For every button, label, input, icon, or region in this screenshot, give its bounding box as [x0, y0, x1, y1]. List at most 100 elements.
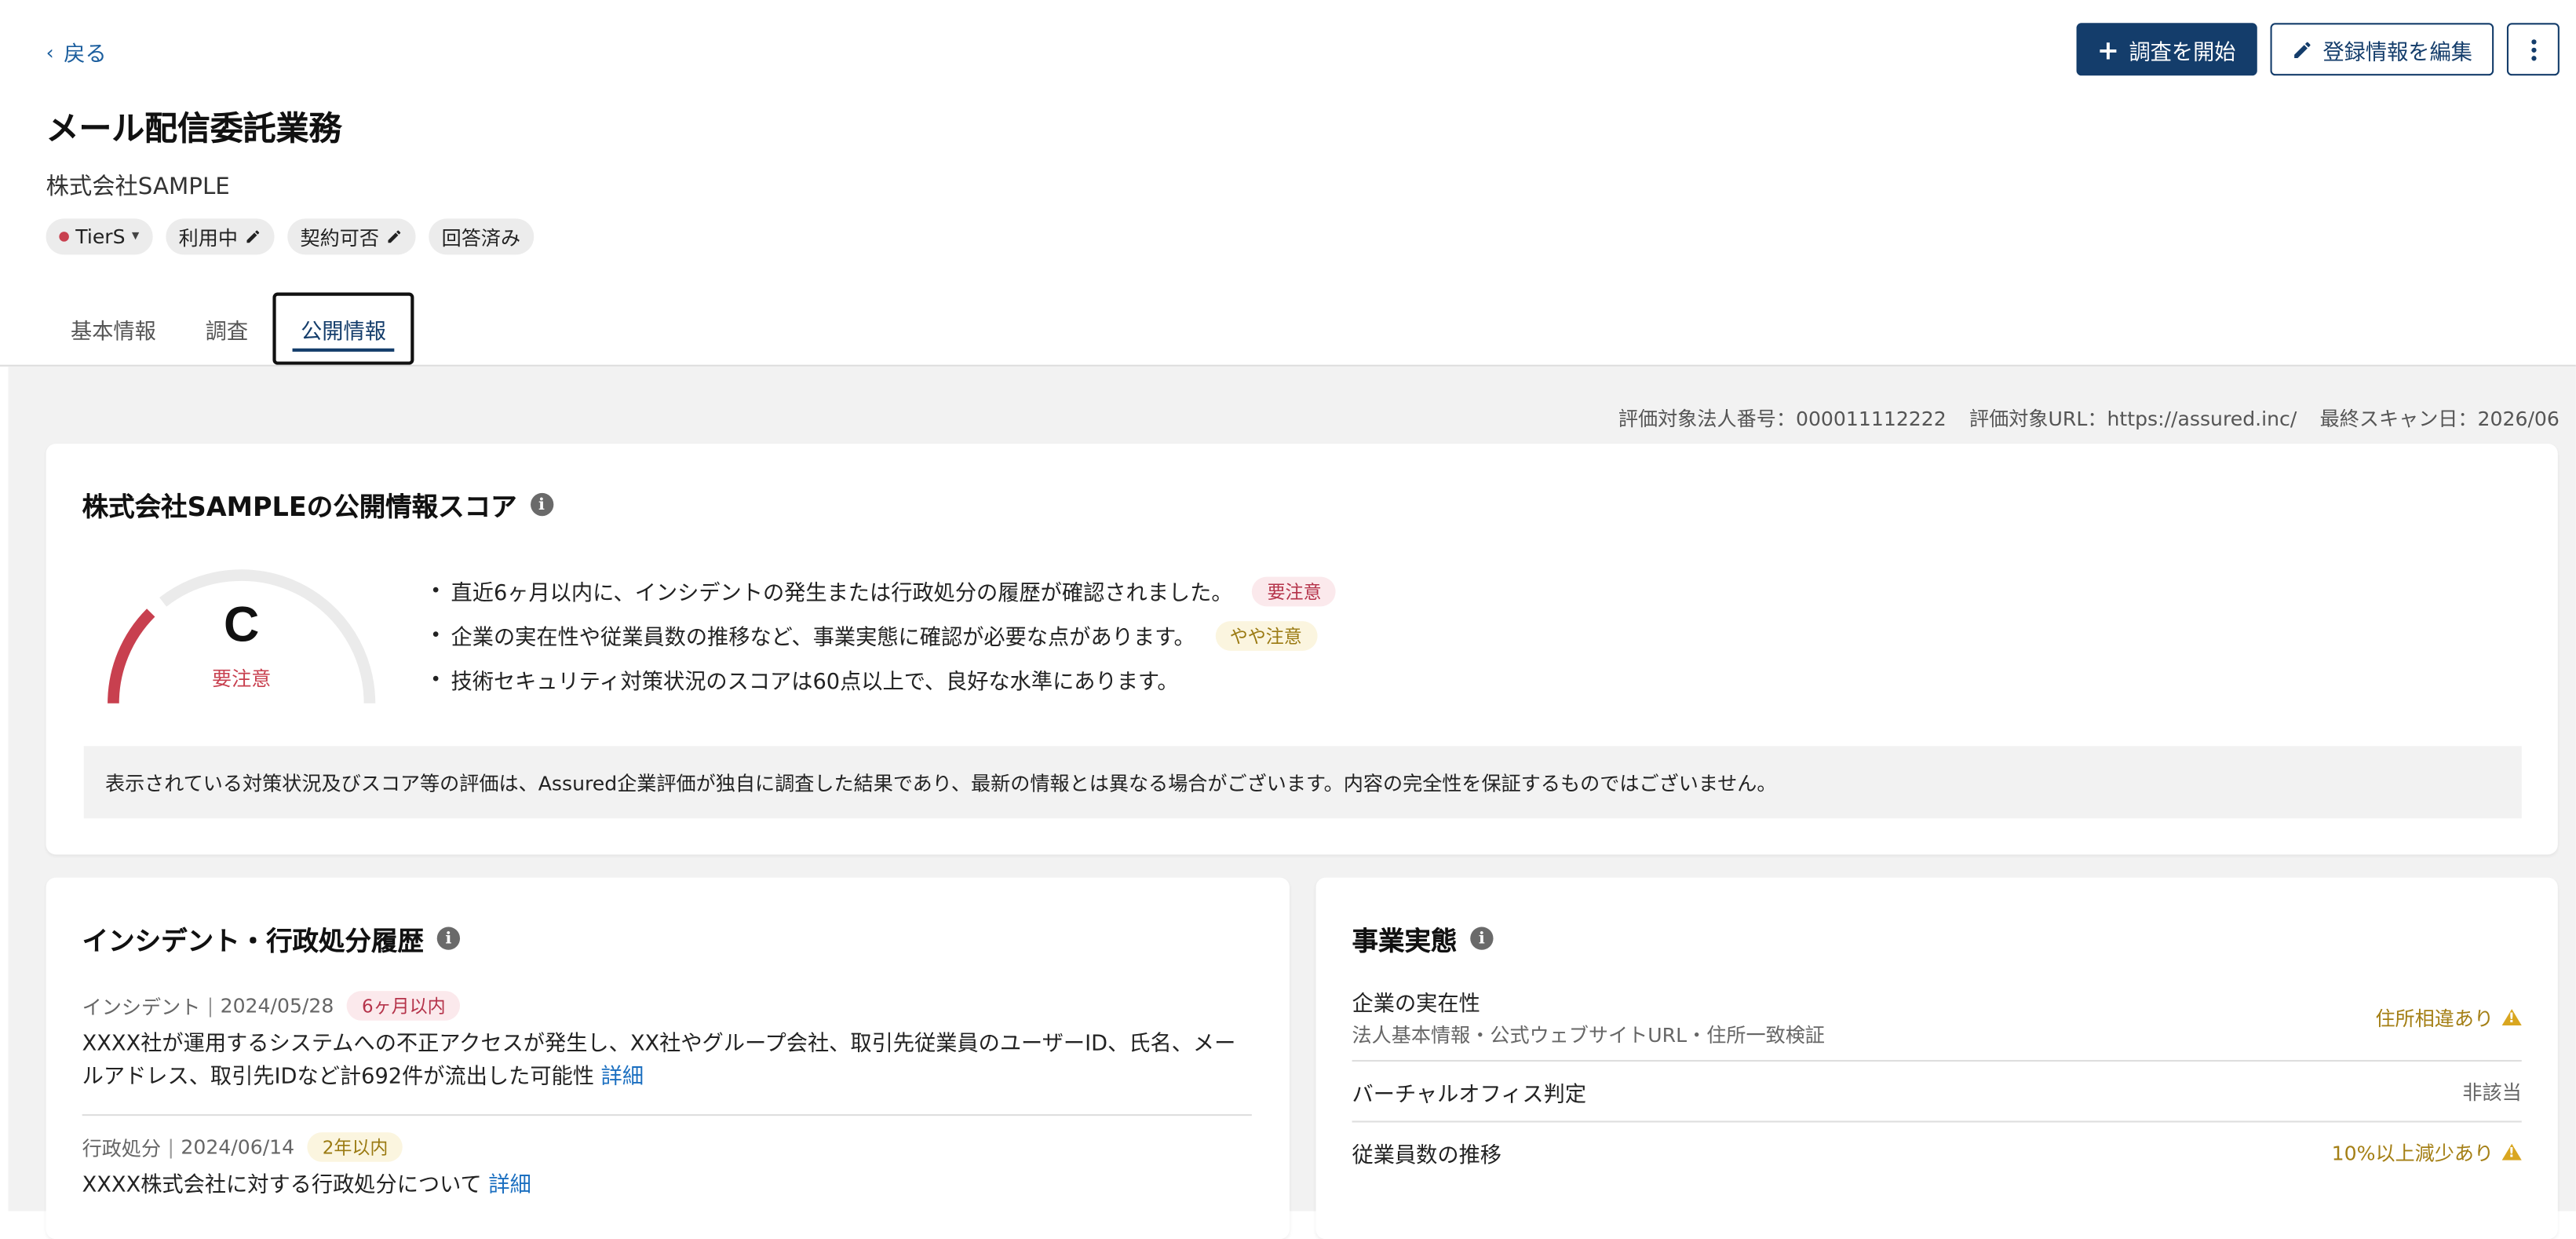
finding-item: • 直近6ヶ月以内に、インシデントの発生または行政処分の履歴が確認されました。 … — [430, 568, 1337, 613]
tab-bar: 基本情報 調査 公開情報 — [46, 292, 414, 365]
business-status: 10%以上減少あり — [2332, 1138, 2522, 1166]
pencil-icon — [246, 230, 259, 243]
separator: | — [167, 1135, 174, 1159]
back-link[interactable]: ‹ 戻る — [46, 36, 107, 68]
tab-public-info[interactable]: 公開情報 — [272, 292, 414, 365]
incident-type: 行政処分 — [82, 1136, 162, 1160]
business-reality-card: 事業実態 i 企業の実在性 法人基本情報・公式ウェブサイトURL・住所一致検証 … — [1315, 877, 2558, 1239]
tab-basic-info[interactable]: 基本情報 — [46, 293, 181, 365]
status-chips: TierS ▾ 利用中 契約可否 回答済み — [46, 218, 534, 255]
bullet-icon: • — [430, 624, 441, 646]
business-divider — [1352, 1120, 2522, 1123]
company-name: 株式会社SAMPLE — [46, 174, 230, 201]
incident-date: 2024/05/28 — [220, 994, 334, 1018]
business-status-text: 住所相違あり — [2375, 1006, 2494, 1030]
public-score-card: 株式会社SAMPLEの公開情報スコア i C 要注意 • 直近6ヶ月以内に、イン… — [46, 444, 2558, 855]
start-survey-button[interactable]: + 調査を開始 — [2075, 23, 2257, 76]
business-status-text: 10%以上減少あり — [2331, 1141, 2494, 1164]
business-card-title: 事業実態 i — [1352, 919, 1494, 958]
business-label: バーチャルオフィス判定 — [1352, 1082, 1587, 1107]
tier-chip[interactable]: TierS ▾ — [46, 218, 153, 255]
separator: | — [206, 994, 214, 1018]
business-divider — [1352, 1059, 2522, 1062]
business-row: バーチャルオフィス判定 非該当 — [1352, 1070, 2522, 1113]
edit-registration-button[interactable]: 登録情報を編集 — [2270, 23, 2494, 76]
last-scan: 最終スキャン日：2026/06 — [2319, 408, 2560, 431]
incident-meta: 行政処分 | 2024/06/14 2年以内 — [82, 1131, 1252, 1164]
finding-text: 直近6ヶ月以内に、インシデントの発生または行政処分の履歴が確認されました。 — [451, 581, 1233, 607]
finding-text: 企業の実在性や従業員数の推移など、事業実態に確認が必要な点があります。 — [451, 626, 1195, 651]
business-row: 企業の実在性 法人基本情報・公式ウェブサイトURL・住所一致検証 住所相違あり — [1352, 986, 2522, 1049]
incident-title: インシデント・行政処分履歴 — [82, 925, 425, 957]
score-title: 株式会社SAMPLEの公開情報スコア — [82, 491, 517, 523]
contract-chip[interactable]: 契約可否 — [286, 218, 416, 255]
business-status: 非該当 — [2462, 1077, 2521, 1106]
target-url: 評価対象URL：https://assured.inc/ — [1969, 408, 2297, 431]
plus-icon: + — [2096, 33, 2119, 65]
header-actions: + 調査を開始 登録情報を編集 — [2075, 23, 2560, 76]
score-card-title: 株式会社SAMPLEの公開情報スコア i — [82, 484, 553, 524]
bullet-icon: • — [430, 668, 441, 691]
incident-description: XXXX社が運用するシステムへの不正アクセスが発生し、XX社やグループ会社、取引… — [82, 1029, 1252, 1095]
finding-text: 技術セキュリティ対策状況のスコアは60点以上で、良好な水準にあります。 — [451, 670, 1179, 696]
business-title: 事業実態 — [1352, 925, 1458, 957]
usage-label: 利用中 — [178, 225, 239, 250]
warning-icon — [2501, 1009, 2522, 1026]
recency-badge: 2年以内 — [307, 1132, 403, 1162]
evaluation-meta: 評価対象法人番号：000011112222 評価対象URL：https://as… — [1618, 404, 2560, 433]
score-grade: C — [223, 598, 260, 652]
answered-chip: 回答済み — [428, 218, 534, 255]
incident-type: インシデント — [82, 995, 201, 1018]
finding-badge: やや注意 — [1214, 620, 1317, 650]
start-survey-label: 調査を開始 — [2129, 40, 2236, 65]
header: ‹ 戻る + 調査を開始 登録情報を編集 メール配信委託業務 株式会社SAMPL… — [0, 0, 2576, 365]
corp-number: 評価対象法人番号：000011112222 — [1618, 408, 1947, 431]
disclaimer: 表示されている対策状況及びスコア等の評価は、Assured企業評価が独自に調査し… — [83, 746, 2522, 819]
warning-icon — [2501, 1143, 2522, 1160]
info-icon[interactable]: i — [530, 492, 553, 517]
page-title: メール配信委託業務 — [46, 108, 342, 148]
incident-text: XXXX社が運用するシステムへの不正アクセスが発生し、XX社やグループ会社、取引… — [82, 1032, 1236, 1090]
tier-label: TierS — [75, 225, 126, 249]
incident-divider — [82, 1114, 1252, 1117]
score-findings: • 直近6ヶ月以内に、インシデントの発生または行政処分の履歴が確認されました。 … — [430, 568, 1337, 702]
bullet-icon: • — [430, 579, 441, 602]
more-vertical-icon — [2530, 38, 2536, 60]
info-icon[interactable]: i — [1470, 927, 1494, 950]
score-gauge: C 要注意 — [102, 559, 381, 707]
tier-dot-icon — [59, 232, 69, 242]
incident-item: インシデント | 2024/05/28 6ヶ月以内 XXXX社が運用するシステム… — [82, 989, 1252, 1095]
incident-description: XXXX株式会社に対する行政処分について 詳細 — [82, 1170, 1252, 1203]
business-status: 住所相違あり — [2375, 1003, 2522, 1032]
answered-label: 回答済み — [441, 225, 521, 250]
incident-card: インシデント・行政処分履歴 i インシデント | 2024/05/28 6ヶ月以… — [46, 877, 1290, 1239]
usage-chip[interactable]: 利用中 — [165, 218, 275, 255]
incident-date: 2024/06/14 — [181, 1135, 295, 1159]
pencil-icon — [2294, 41, 2311, 57]
finding-item: • 企業の実在性や従業員数の推移など、事業実態に確認が必要な点があります。 やや… — [430, 613, 1336, 658]
business-row: 従業員数の推移 10%以上減少あり — [1352, 1131, 2522, 1173]
incident-detail-link[interactable]: 詳細 — [488, 1173, 531, 1197]
pencil-icon — [388, 230, 400, 243]
finding-item: • 技術セキュリティ対策状況のスコアは60点以上で、良好な水準にあります。 — [430, 657, 1336, 702]
business-label: 従業員数の推移 — [1352, 1142, 1502, 1168]
score-grade-label: 要注意 — [211, 667, 272, 691]
business-status-text: 非該当 — [2462, 1080, 2522, 1104]
caret-down-icon: ▾ — [131, 228, 140, 245]
tab-survey[interactable]: 調査 — [181, 293, 272, 365]
incident-item: 行政処分 | 2024/06/14 2年以内 XXXX株式会社に対する行政処分に… — [82, 1131, 1252, 1203]
incident-card-title: インシデント・行政処分履歴 i — [82, 919, 461, 958]
incident-detail-link[interactable]: 詳細 — [601, 1065, 644, 1089]
more-options-button[interactable] — [2506, 23, 2560, 76]
business-row-text: 企業の実在性 法人基本情報・公式ウェブサイトURL・住所一致検証 — [1352, 986, 1825, 1049]
business-label: 企業の実在性 — [1352, 992, 1480, 1018]
business-sublabel: 法人基本情報・公式ウェブサイトURL・住所一致検証 — [1352, 1023, 1825, 1047]
contract-label: 契約可否 — [300, 225, 380, 250]
edit-registration-label: 登録情報を編集 — [2322, 40, 2472, 65]
incident-text: XXXX株式会社に対する行政処分について — [82, 1173, 482, 1198]
page: ‹ 戻る + 調査を開始 登録情報を編集 メール配信委託業務 株式会社SAMPL… — [0, 0, 2576, 1239]
recency-badge: 6ヶ月以内 — [347, 991, 461, 1021]
incident-meta: インシデント | 2024/05/28 6ヶ月以内 — [82, 989, 1252, 1022]
info-icon[interactable]: i — [436, 927, 461, 950]
main-content: 評価対象法人番号：000011112222 評価対象URL：https://as… — [8, 366, 2576, 1239]
